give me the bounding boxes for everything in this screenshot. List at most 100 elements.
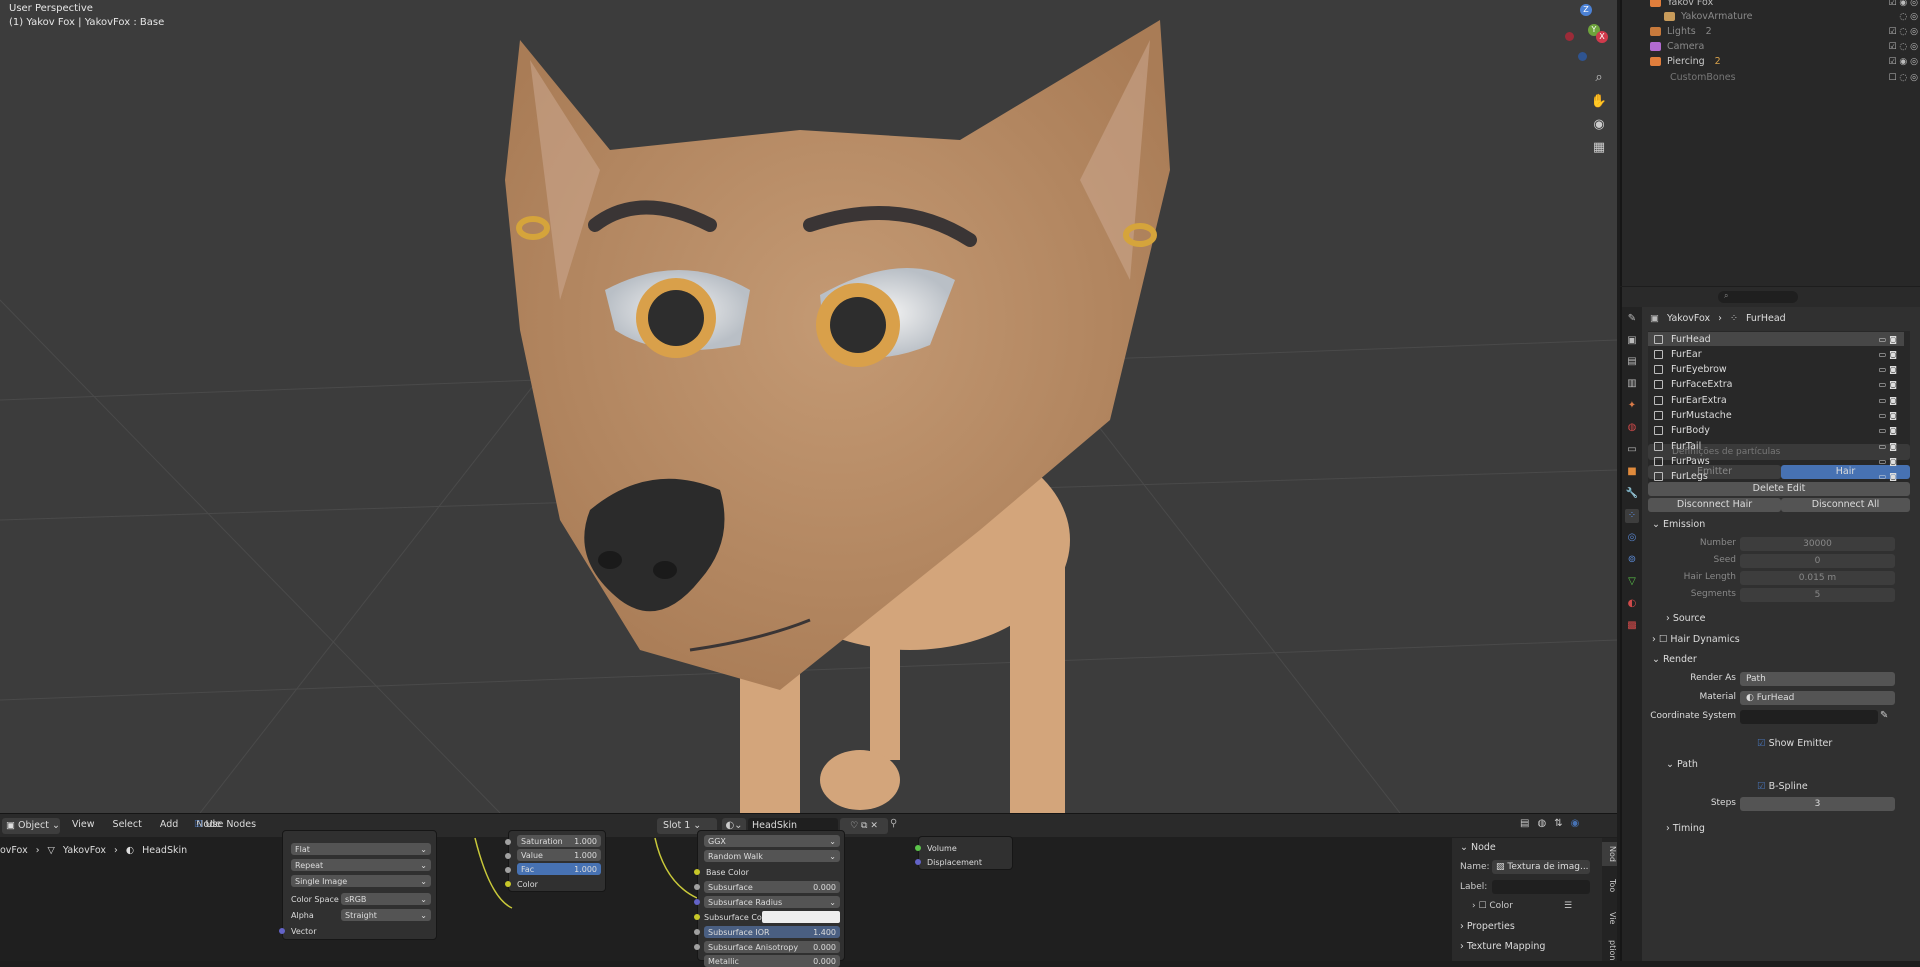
material-output-node[interactable]: Volume Displacement: [915, 836, 1013, 870]
visibility-toggle-icons[interactable]: ▭◙: [1879, 411, 1900, 420]
visibility-icons[interactable]: ☑ ◌ ◎: [1889, 42, 1919, 52]
vector-socket[interactable]: [279, 928, 285, 934]
output-tab-icon[interactable]: ▤: [1625, 355, 1639, 369]
outliner-row[interactable]: Camera ☑ ◌ ◎: [1622, 39, 1920, 54]
timing-subpanel-header[interactable]: › Timing: [1666, 823, 1705, 834]
principled-bsdf-node[interactable]: GGX ⌄ Random Walk ⌄ Base Color Subsurface 0…: [694, 830, 845, 967]
navigation-gizmo[interactable]: Z Y X: [1548, 4, 1608, 64]
tab-view[interactable]: Vie: [1602, 906, 1617, 930]
texture-tab-icon[interactable]: ▩: [1625, 619, 1639, 633]
disconnect-hair-button[interactable]: Disconnect Hair: [1648, 498, 1781, 512]
distribution-dropdown[interactable]: GGX ⌄: [704, 835, 840, 847]
properties-search-input[interactable]: ⌕: [1718, 291, 1798, 303]
material-actions-icons[interactable]: ♡ ⧉ ✕: [840, 818, 888, 834]
tab-options[interactable]: ption: [1602, 938, 1617, 962]
physics-tab-icon[interactable]: ◎: [1625, 531, 1639, 545]
saturation-field[interactable]: Saturation 1.000: [517, 835, 601, 847]
overlay-toggle-icons[interactable]: ▤ ◍ ⇅ ◉: [1520, 818, 1610, 834]
data-tab-icon[interactable]: ▽: [1625, 575, 1639, 589]
visibility-toggle-icons[interactable]: ▭◙: [1879, 472, 1900, 481]
particle-system-item[interactable]: FurFaceExtra ▭◙: [1648, 378, 1904, 392]
particle-system-item[interactable]: FurLegs ▭◙: [1648, 470, 1904, 484]
node-name-field[interactable]: ▨ Textura de imag...: [1492, 860, 1590, 874]
gizmo-neg-x[interactable]: [1565, 32, 1574, 41]
steps-field[interactable]: 3: [1740, 797, 1895, 811]
subsurface-anisotropy-socket[interactable]: [694, 944, 700, 950]
3d-viewport[interactable]: User Perspective (1) Yakov Fox | YakovFo…: [0, 0, 1617, 813]
scene-tab-icon[interactable]: ✦: [1625, 399, 1639, 413]
fac-socket[interactable]: [505, 867, 511, 873]
object-tab-icon[interactable]: ■: [1625, 465, 1639, 479]
outliner-row[interactable]: YakovArmature ◌ ◎: [1622, 9, 1920, 24]
fac-field[interactable]: Fac 1.000: [517, 863, 601, 875]
number-field[interactable]: 30000: [1740, 537, 1895, 551]
saturation-socket[interactable]: [505, 839, 511, 845]
list-icon[interactable]: ☰: [1564, 901, 1572, 911]
subsurface-method-dropdown[interactable]: Random Walk ⌄: [704, 850, 840, 862]
particle-system-item[interactable]: FurEyebrow ▭◙: [1648, 363, 1904, 377]
visibility-toggle-icons[interactable]: ▭◙: [1879, 335, 1900, 344]
pin-icon[interactable]: ⚲: [890, 818, 897, 829]
disconnect-all-button[interactable]: Disconnect All: [1781, 498, 1910, 512]
visibility-toggle-icons[interactable]: ▭◙: [1879, 365, 1900, 374]
visibility-icons[interactable]: ☑ ◉ ◎: [1889, 0, 1919, 8]
color-subpanel-header[interactable]: › ☐ Color: [1472, 901, 1513, 911]
visibility-icons[interactable]: ☑ ◌ ◎: [1889, 27, 1919, 37]
visibility-icons[interactable]: ◌ ◎: [1899, 12, 1918, 22]
particle-system-item[interactable]: FurHead ▭◙: [1648, 332, 1904, 346]
menu-add[interactable]: Add: [160, 819, 178, 830]
coordinate-system-field[interactable]: [1740, 710, 1878, 724]
base-color-socket[interactable]: [694, 869, 700, 875]
constraints-tab-icon[interactable]: ⊚: [1625, 553, 1639, 567]
gizmo-x-axis[interactable]: X: [1596, 31, 1608, 43]
image-texture-node[interactable]: Flat ⌄ Repeat ⌄ Single Image ⌄ Color Space …: [279, 830, 437, 940]
visibility-toggle-icons[interactable]: ▭◙: [1879, 350, 1900, 359]
texture-mapping-subpanel-header[interactable]: › Texture Mapping: [1460, 941, 1545, 952]
zoom-icon[interactable]: ⌕: [1588, 66, 1610, 88]
displacement-socket[interactable]: [915, 859, 921, 865]
visibility-toggle-icons[interactable]: ▭◙: [1879, 426, 1900, 435]
gizmo-neg-z[interactable]: [1578, 52, 1587, 61]
visibility-icons[interactable]: ☑ ◉ ◎: [1889, 57, 1919, 67]
value-field[interactable]: Value 1.000: [517, 849, 601, 861]
tool-tab-icon[interactable]: ✎: [1625, 312, 1639, 326]
segments-field[interactable]: 5: [1740, 588, 1895, 602]
particle-system-item[interactable]: FurBody ▭◙: [1648, 424, 1904, 438]
visibility-toggle-icons[interactable]: ▭◙: [1879, 442, 1900, 451]
visibility-toggle-icons[interactable]: ▭◙: [1879, 457, 1900, 466]
subsurface-color-socket[interactable]: [694, 914, 700, 920]
particle-system-item[interactable]: FurTail ▭◙: [1648, 439, 1904, 453]
hsv-node[interactable]: Saturation 1.000 Value 1.000 Fac 1.000 Colo…: [505, 830, 606, 892]
outliner-row[interactable]: CustomBones ☐ ◌ ◎: [1622, 70, 1920, 85]
node-panel-header[interactable]: ⌄ Node: [1460, 842, 1496, 853]
subsurface-field[interactable]: Subsurface 0.000: [704, 881, 840, 893]
grid-toggle-icon[interactable]: ▦: [1588, 136, 1610, 158]
menu-view[interactable]: View: [72, 819, 95, 830]
hair-dynamics-panel-header[interactable]: › ☐ Hair Dynamics: [1652, 634, 1740, 645]
tab-tool[interactable]: Too: [1602, 874, 1617, 898]
material-tab-icon[interactable]: ◐: [1625, 597, 1639, 611]
value-socket[interactable]: [505, 853, 511, 859]
alpha-dropdown[interactable]: Straight ⌄: [341, 909, 431, 921]
outliner-row[interactable]: Piercing 2 ☑ ◉ ◎: [1622, 54, 1920, 69]
hair-length-field[interactable]: 0.015 m: [1740, 571, 1895, 585]
properties-subpanel-header[interactable]: › Properties: [1460, 921, 1515, 932]
source-subpanel-header[interactable]: › Source: [1666, 613, 1705, 624]
world-tab-icon[interactable]: ◍: [1625, 421, 1639, 435]
camera-view-icon[interactable]: ◉: [1588, 113, 1610, 135]
visibility-toggle-icons[interactable]: ▭◙: [1879, 380, 1900, 389]
path-subpanel-header[interactable]: ⌄ Path: [1666, 759, 1698, 770]
subsurface-ior-field[interactable]: Subsurface IOR 1.400: [704, 926, 840, 938]
use-nodes-checkbox[interactable]: ☑ Use Nodes: [194, 819, 256, 830]
collection-tab-icon[interactable]: ▭: [1625, 443, 1639, 457]
particles-tab-icon[interactable]: ⁘: [1625, 509, 1639, 523]
render-tab-icon[interactable]: ▣: [1625, 334, 1639, 348]
particle-system-item[interactable]: FurEarExtra ▭◙: [1648, 393, 1904, 407]
view-layer-tab-icon[interactable]: ▥: [1625, 377, 1639, 391]
menu-select[interactable]: Select: [113, 819, 142, 830]
tab-node[interactable]: Nod: [1602, 842, 1617, 866]
subsurface-anisotropy-field[interactable]: Subsurface Anisotropy 0.000: [704, 941, 840, 953]
pan-hand-icon[interactable]: ✋: [1588, 90, 1610, 112]
volume-socket[interactable]: [915, 845, 921, 851]
bspline-checkbox[interactable]: ☑ B-Spline: [1757, 781, 1808, 792]
